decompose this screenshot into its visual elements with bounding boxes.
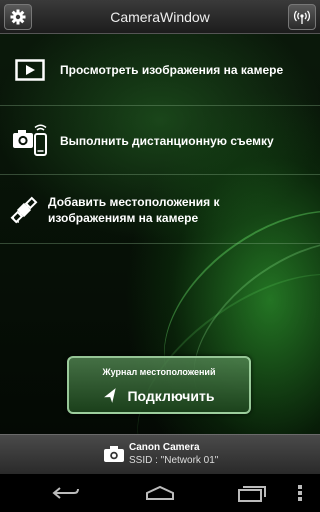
menu-item-label: Выполнить дистанционную съемку xyxy=(60,133,274,148)
system-navbar xyxy=(0,474,320,512)
home-button[interactable] xyxy=(138,480,182,506)
camera-phone-icon xyxy=(13,124,47,156)
location-arrow-icon xyxy=(104,388,117,403)
overflow-menu-icon xyxy=(298,485,302,501)
wireless-status-button[interactable] xyxy=(288,4,316,30)
app-title: CameraWindow xyxy=(110,9,210,25)
menu-item-remote-shooting[interactable]: Выполнить дистанционную съемку xyxy=(0,107,320,175)
connection-status-bar: Canon Camera SSID : "Network 01" xyxy=(0,434,320,474)
menu-item-add-locations[interactable]: Добавить местоположения к изображениям н… xyxy=(0,176,320,244)
back-icon xyxy=(52,487,79,499)
camera-ssid: SSID : "Network 01" xyxy=(129,455,219,466)
camera-name: Canon Camera xyxy=(129,442,200,453)
home-icon xyxy=(146,485,174,500)
settings-button[interactable] xyxy=(4,4,32,30)
image-viewer-icon xyxy=(15,58,45,81)
wireless-status-icon xyxy=(294,10,310,24)
recent-apps-button[interactable] xyxy=(230,480,274,506)
menu-item-label: Просмотреть изображения на камере xyxy=(60,62,284,77)
menu-item-view-images[interactable]: Просмотреть изображения на камере xyxy=(0,34,320,106)
app-header: CameraWindow xyxy=(0,0,320,34)
satellite-location-icon xyxy=(10,196,38,223)
back-button[interactable] xyxy=(44,480,88,506)
location-log-connect-button[interactable]: Журнал местоположений Подключить xyxy=(67,356,251,414)
recent-apps-icon xyxy=(238,486,266,502)
location-log-caption: Журнал местоположений xyxy=(102,367,216,377)
menu-item-label: Добавить местоположения к изображениям н… xyxy=(48,194,220,225)
connect-label: Подключить xyxy=(127,388,215,404)
overflow-menu-button[interactable] xyxy=(288,480,312,506)
camera-icon xyxy=(104,446,124,462)
gear-icon xyxy=(10,9,26,25)
